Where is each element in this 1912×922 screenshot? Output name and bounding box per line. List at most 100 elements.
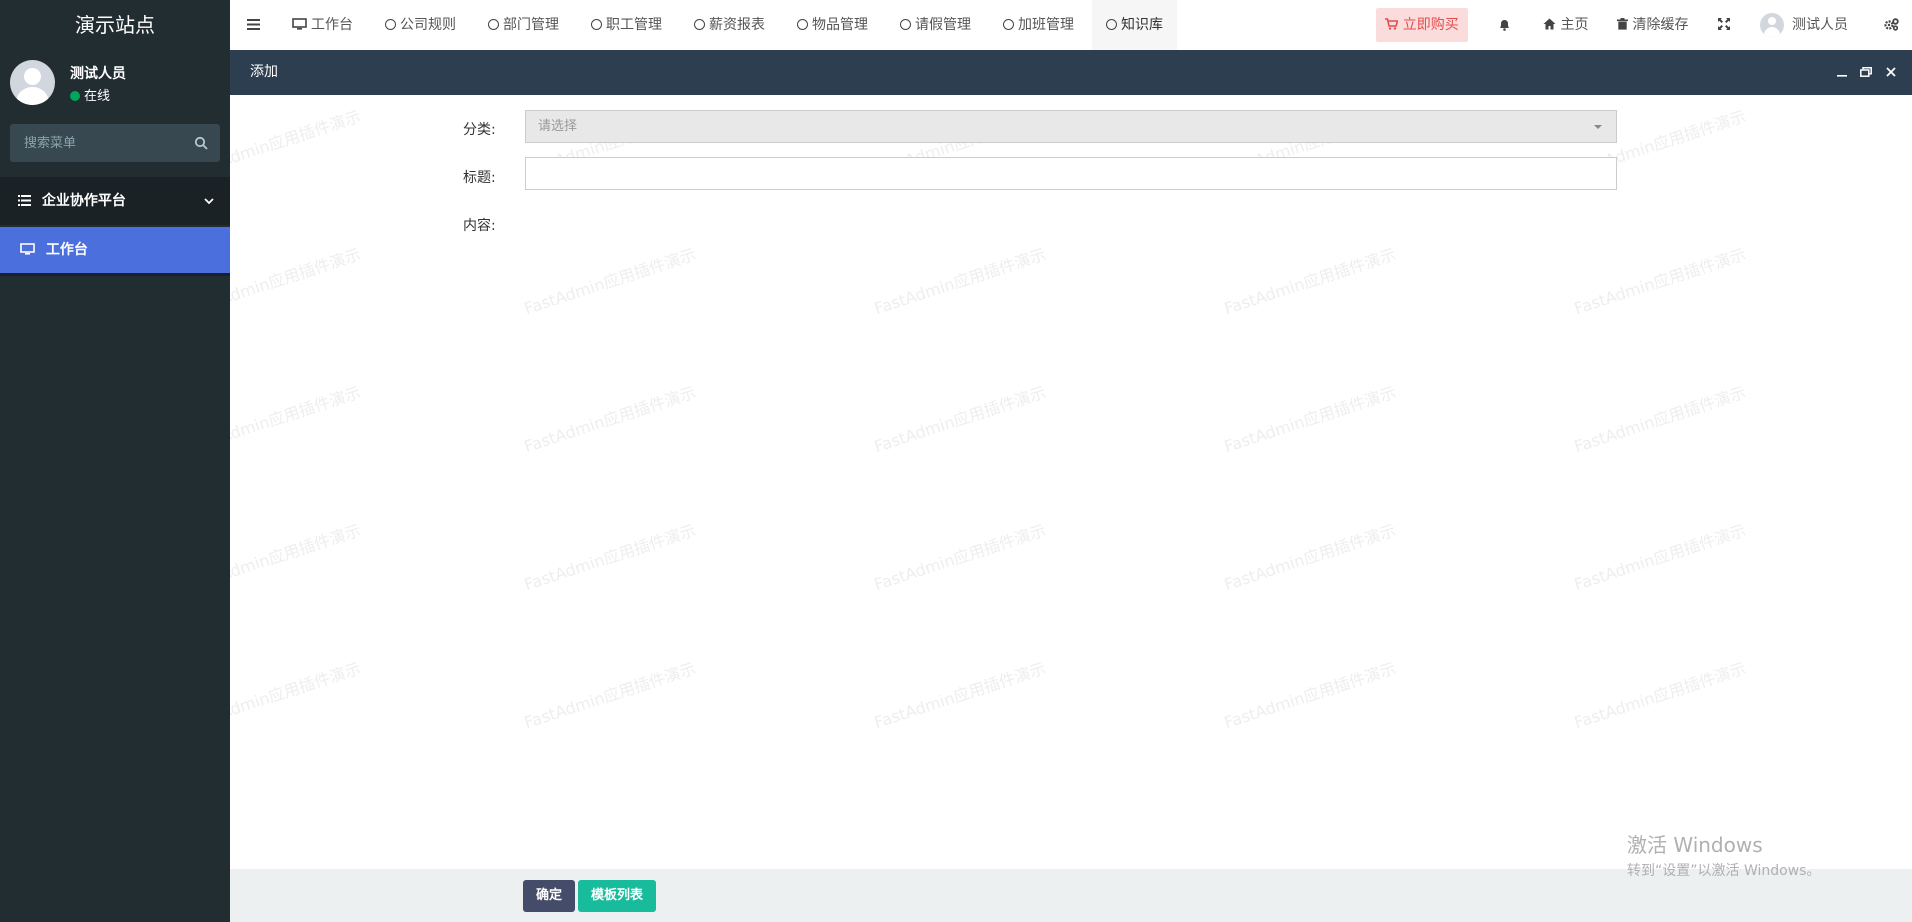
tab-label: 请假管理	[915, 17, 971, 33]
circle-icon	[591, 19, 602, 30]
menu-search-input[interactable]	[10, 124, 180, 162]
user-name: 测试人员	[70, 66, 126, 82]
trash-icon	[1617, 18, 1628, 30]
user-panel: 测试人员 在线	[0, 50, 230, 116]
tab-label: 加班管理	[1018, 17, 1074, 33]
list-icon	[18, 195, 31, 206]
tab-label: 物品管理	[812, 17, 868, 33]
activation-title: 激活 Windows	[1627, 833, 1763, 857]
maximize-button[interactable]	[1860, 50, 1872, 95]
sidebar-item-dashboard[interactable]: 工作台	[0, 227, 230, 276]
maximize-icon	[1860, 67, 1872, 77]
watermark-text: FastAdmin应用插件演示	[521, 658, 699, 733]
watermark-text: FastAdmin应用插件演示	[1221, 520, 1399, 595]
sidebar-toggle[interactable]	[247, 0, 260, 50]
user-menu-label: 测试人员	[1792, 17, 1848, 33]
home-link[interactable]: 主页	[1543, 0, 1588, 50]
content-label: 内容:	[463, 218, 496, 234]
tab-dashboard[interactable]: 工作台	[292, 0, 353, 50]
caret-down-icon	[1594, 125, 1602, 129]
chevron-down-icon	[204, 177, 214, 225]
tab-label: 部门管理	[503, 17, 559, 33]
top-navbar: 工作台 公司规则 部门管理 职工管理 薪资报表 物品管理 请假管理 加班管理 知…	[230, 0, 1912, 50]
sidebar-item-label: 工作台	[45, 242, 88, 258]
tab-items[interactable]: 物品管理	[797, 0, 868, 50]
fullscreen-button[interactable]	[1718, 0, 1730, 50]
circle-icon	[1106, 19, 1117, 30]
watermark-text: FastAdmin应用插件演示	[521, 520, 699, 595]
circle-icon	[694, 19, 705, 30]
title-label: 标题:	[463, 170, 496, 186]
watermark-text: FastAdmin应用插件演示	[230, 382, 364, 457]
activation-subtitle: 转到“设置”以激活 Windows。	[1627, 863, 1821, 879]
close-button[interactable]	[1886, 50, 1896, 95]
tab-knowledge-base[interactable]: 知识库	[1092, 0, 1177, 50]
menu-group-enterprise[interactable]: 企业协作平台	[0, 177, 230, 225]
sidebar: 演示站点 测试人员 在线 企业协作平台 工作台	[0, 0, 230, 922]
buy-now-button[interactable]: 立即购买	[1376, 8, 1468, 42]
user-status: 在线	[70, 85, 110, 104]
menu-toggle-icon	[247, 19, 260, 30]
watermark-text: FastAdmin应用插件演示	[230, 244, 364, 319]
tab-label: 工作台	[311, 17, 353, 33]
menu-search	[10, 124, 220, 162]
buy-label: 立即购买	[1402, 17, 1459, 33]
watermark-text: FastAdmin应用插件演示	[1571, 244, 1749, 319]
tab-employees[interactable]: 职工管理	[591, 0, 662, 50]
minimize-icon	[1837, 75, 1847, 77]
minimize-button[interactable]	[1837, 50, 1847, 95]
watermark-text: FastAdmin应用插件演示	[1571, 382, 1749, 457]
tab-label: 职工管理	[606, 17, 662, 33]
watermark-text: FastAdmin应用插件演示	[871, 244, 1049, 319]
circle-icon	[900, 19, 911, 30]
menu-group-label: 企业协作平台	[41, 193, 126, 209]
monitor-icon	[292, 18, 307, 30]
confirm-button[interactable]: 确定	[523, 880, 575, 912]
circle-icon	[385, 19, 396, 30]
search-icon[interactable]	[194, 136, 208, 150]
watermark-text: FastAdmin应用插件演示	[230, 658, 364, 733]
watermark-text: FastAdmin应用插件演示	[1221, 382, 1399, 457]
home-label: 主页	[1560, 17, 1589, 33]
gears-icon	[1884, 18, 1899, 31]
template-list-button[interactable]: 模板列表	[578, 880, 656, 912]
dialog-title-bar: 添加	[230, 50, 1912, 95]
windows-activation-notice: 激活 Windows 转到“设置”以激活 Windows。	[1627, 829, 1820, 880]
online-dot-icon	[70, 91, 80, 101]
settings-button[interactable]	[1884, 0, 1899, 50]
home-icon	[1543, 18, 1556, 30]
cart-icon	[1385, 18, 1399, 30]
watermark-text: FastAdmin应用插件演示	[871, 520, 1049, 595]
notifications[interactable]	[1498, 0, 1511, 50]
title-field	[525, 157, 1617, 190]
dialog-body: FastAdmin应用插件演示 FastAdmin应用插件演示 FastAdmin应…	[230, 95, 1912, 869]
watermark-text: FastAdmin应用插件演示	[230, 106, 364, 181]
watermark-text: FastAdmin应用插件演示	[1571, 520, 1749, 595]
watermark-text: FastAdmin应用插件演示	[871, 658, 1049, 733]
tab-label: 知识库	[1121, 17, 1163, 33]
title-input[interactable]	[526, 158, 1616, 189]
category-label: 分类:	[463, 122, 496, 138]
tab-salary[interactable]: 薪资报表	[694, 0, 765, 50]
close-icon	[1886, 67, 1896, 77]
bell-icon	[1500, 20, 1509, 31]
watermark-text: FastAdmin应用插件演示	[1571, 658, 1749, 733]
circle-icon	[1003, 19, 1014, 30]
watermark-text: FastAdmin应用插件演示	[521, 382, 699, 457]
user-menu[interactable]: 测试人员	[1760, 0, 1848, 50]
tab-company-rules[interactable]: 公司规则	[385, 0, 456, 50]
tab-leave[interactable]: 请假管理	[900, 0, 971, 50]
status-text: 在线	[84, 89, 111, 104]
clear-cache-label: 清除缓存	[1632, 17, 1689, 33]
tab-label: 公司规则	[400, 17, 456, 33]
clear-cache-button[interactable]: 清除缓存	[1617, 0, 1688, 50]
watermark-text: FastAdmin应用插件演示	[230, 520, 364, 595]
tab-overtime[interactable]: 加班管理	[1003, 0, 1074, 50]
tab-department[interactable]: 部门管理	[488, 0, 559, 50]
watermark-text: FastAdmin应用插件演示	[521, 244, 699, 319]
category-select[interactable]: 请选择	[525, 110, 1617, 143]
avatar	[1760, 13, 1784, 37]
monitor-icon	[20, 243, 35, 255]
site-logo[interactable]: 演示站点	[0, 0, 230, 50]
tab-label: 薪资报表	[709, 17, 765, 33]
